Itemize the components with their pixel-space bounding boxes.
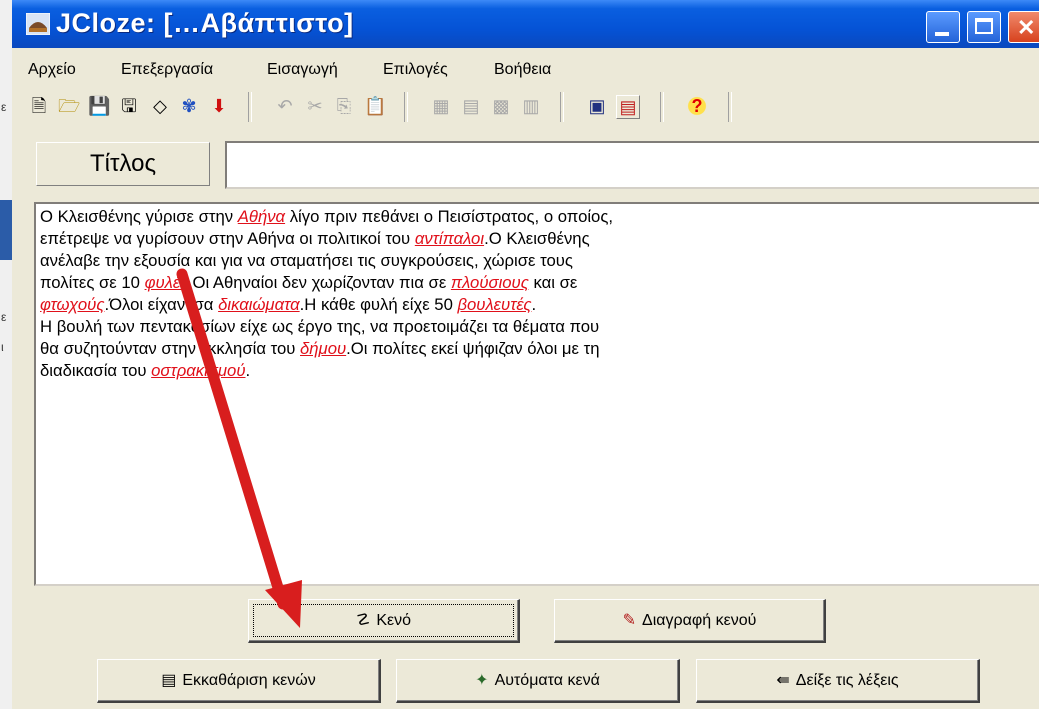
clear-list-icon: ▤ — [161, 671, 177, 689]
toolbar-separator — [728, 92, 732, 122]
copy-icon[interactable]: ⎘ — [333, 95, 355, 117]
text-line: επέτρεψε να γυρίσουν στην Αθήνα οι πολιτ… — [40, 228, 1039, 250]
help-icon[interactable]: ? — [686, 95, 708, 117]
toolbar-separator — [404, 92, 408, 122]
menu-options[interactable]: Επιλογές — [383, 61, 448, 79]
gap-word[interactable]: Αθήνα — [238, 207, 285, 226]
jcloze-app-icon — [26, 13, 50, 35]
gap-word[interactable]: πλούσιους — [451, 273, 529, 292]
gap-word[interactable]: φυλές — [145, 273, 188, 292]
focus-rectangle — [253, 604, 514, 637]
insert-media-icon[interactable]: ▤ — [460, 95, 482, 117]
minimize-button[interactable] — [926, 11, 960, 43]
title-label: Τίτλος — [36, 142, 210, 186]
text-segment: ανέλαβε την εξουσία και για να σταματήσε… — [40, 251, 573, 270]
text-line: φτωχούς.Όλοι είχαν ίσα δικαιώματα.Η κάθε… — [40, 294, 1039, 316]
text-segment: Ο Κλεισθένης γύρισε στην — [40, 207, 238, 226]
text-line: Η βουλή των πεντακοσίων είχε ως έργο της… — [40, 316, 1039, 338]
close-icon: ✕ — [1017, 15, 1036, 40]
web-export-icon[interactable]: ✾ — [178, 95, 200, 117]
title-bar[interactable]: JCloze: […Αβάπτιστο] ✕ — [12, 0, 1039, 48]
menu-edit[interactable]: Επεξεργασία — [121, 61, 213, 79]
text-line: θα συζητούνταν στην εκκλησία του δήμου.Ο… — [40, 338, 1039, 360]
insert-table-icon[interactable]: ▥ — [520, 95, 542, 117]
view-exercise-icon[interactable]: ▤ — [616, 95, 640, 119]
text-segment: .Ο Κλεισθένης — [484, 229, 590, 248]
eraser-icon[interactable]: ◇ — [149, 95, 171, 117]
text-segment: .Οι Αθηναίοι δεν χωρίζονταν πια σε — [187, 273, 451, 292]
close-button[interactable]: ✕ — [1008, 11, 1039, 43]
gap-word[interactable]: αντίπαλοι — [415, 229, 484, 248]
clear-gaps-button[interactable]: ▤ Εκκαθάριση κενών — [97, 659, 381, 703]
menu-insert[interactable]: Εισαγωγή — [267, 61, 338, 79]
eraser-pencil-icon: ✎ — [622, 611, 637, 629]
jcloze-window: JCloze: […Αβάπτιστο] ✕ Αρχείο Επεξεργασί… — [12, 0, 1039, 709]
clear-gaps-button-label: Εκκαθάριση κενών — [182, 671, 316, 689]
text-segment: επέτρεψε να γυρίσουν στην Αθήνα οι πολιτ… — [40, 229, 415, 248]
toolbar-separator — [660, 92, 664, 122]
gap-word[interactable]: δικαιώματα — [218, 295, 300, 314]
text-segment: .Οι πολίτες εκεί ψήφιζαν όλοι με τη — [346, 339, 600, 358]
gap-word[interactable]: φτωχούς — [40, 295, 104, 314]
text-segment: .Η κάθε φυλή είχε 50 — [299, 295, 458, 314]
text-segment: . — [531, 295, 537, 314]
auto-gaps-button-label: Αυτόματα κενά — [494, 671, 600, 689]
text-line: διαδικασία του οστρακισμού. — [40, 360, 1039, 382]
window-title: JCloze: […Αβάπτιστο] — [56, 8, 354, 38]
text-line: Ο Κλεισθένης γύρισε στην Αθήνα λίγο πριν… — [40, 206, 1039, 228]
menu-help[interactable]: Βοήθεια — [494, 61, 551, 79]
save-icon[interactable]: 💾 — [88, 95, 110, 117]
gap-word[interactable]: βουλευτές — [457, 295, 531, 314]
maximize-button[interactable] — [967, 11, 1001, 43]
word-list-icon: ⇚ — [776, 671, 790, 689]
text-line: ανέλαβε την εξουσία και για να σταματήσε… — [40, 250, 1039, 272]
save-as-icon[interactable]: 🖫 — [118, 95, 140, 117]
text-segment: διαδικασία του — [40, 361, 152, 380]
insert-picture-icon[interactable]: ▦ — [430, 95, 452, 117]
gap-word[interactable]: οστρακισμού — [151, 361, 245, 380]
insert-link-icon[interactable]: ▩ — [490, 95, 512, 117]
magic-wand-icon: ✦ — [475, 671, 489, 689]
toolbar-separator — [560, 92, 564, 122]
exercise-text-editor[interactable]: Ο Κλεισθένης γύρισε στην Αθήνα λίγο πριν… — [34, 202, 1039, 586]
paste-icon[interactable]: 📋 — [364, 95, 386, 117]
text-line: πολίτες σε 10 φυλές.Οι Αθηναίοι δεν χωρί… — [40, 272, 1039, 294]
config-icon[interactable]: ▣ — [586, 95, 608, 117]
cut-icon[interactable]: ✂ — [304, 95, 326, 117]
maximize-icon — [975, 18, 993, 34]
new-file-icon[interactable]: 🗎 — [28, 95, 50, 117]
text-segment: Η βουλή των πεντακοσίων είχε ως έργο της… — [40, 317, 600, 336]
text-segment: .Όλοι είχαν ίσα — [104, 295, 219, 314]
minimize-icon — [935, 32, 949, 36]
auto-gaps-button[interactable]: ✦ Αυτόματα κενά — [396, 659, 680, 703]
gap-word[interactable]: δήμου — [300, 339, 346, 358]
show-words-button[interactable]: ⇚ Δείξε τις λέξεις — [696, 659, 980, 703]
show-words-button-label: Δείξε τις λέξεις — [795, 671, 899, 689]
title-input[interactable] — [225, 141, 1039, 189]
menu-bar: Αρχείο Επεξεργασία Εισαγωγή Επιλογές Βοή… — [12, 55, 1039, 83]
delete-gap-button[interactable]: ✎ Διαγραφή κενού — [554, 599, 826, 643]
toolbar: 🗎 🗁 💾 🖫 ◇ ✾ ⬇ ↶ ✂ ⎘ 📋 ▦ ▤ ▩ ▥ ▣ ▤ ? — [12, 86, 1039, 128]
text-segment: και σε — [528, 273, 578, 292]
text-segment: λίγο πριν πεθάνει ο Πεισίστρατος, ο οποί… — [285, 207, 614, 226]
text-segment: θα συζητούνταν στην εκκλησία του — [40, 339, 301, 358]
export-arrow-icon[interactable]: ⬇ — [208, 95, 230, 117]
undo-icon[interactable]: ↶ — [274, 95, 296, 117]
text-segment: . — [245, 361, 251, 380]
menu-file[interactable]: Αρχείο — [28, 61, 76, 79]
gap-button[interactable]: ☡ Κενό — [248, 599, 520, 643]
toolbar-separator — [248, 92, 252, 122]
text-segment: πολίτες σε 10 — [40, 273, 145, 292]
open-folder-icon[interactable]: 🗁 — [58, 95, 80, 117]
delete-gap-button-label: Διαγραφή κενού — [642, 611, 757, 629]
